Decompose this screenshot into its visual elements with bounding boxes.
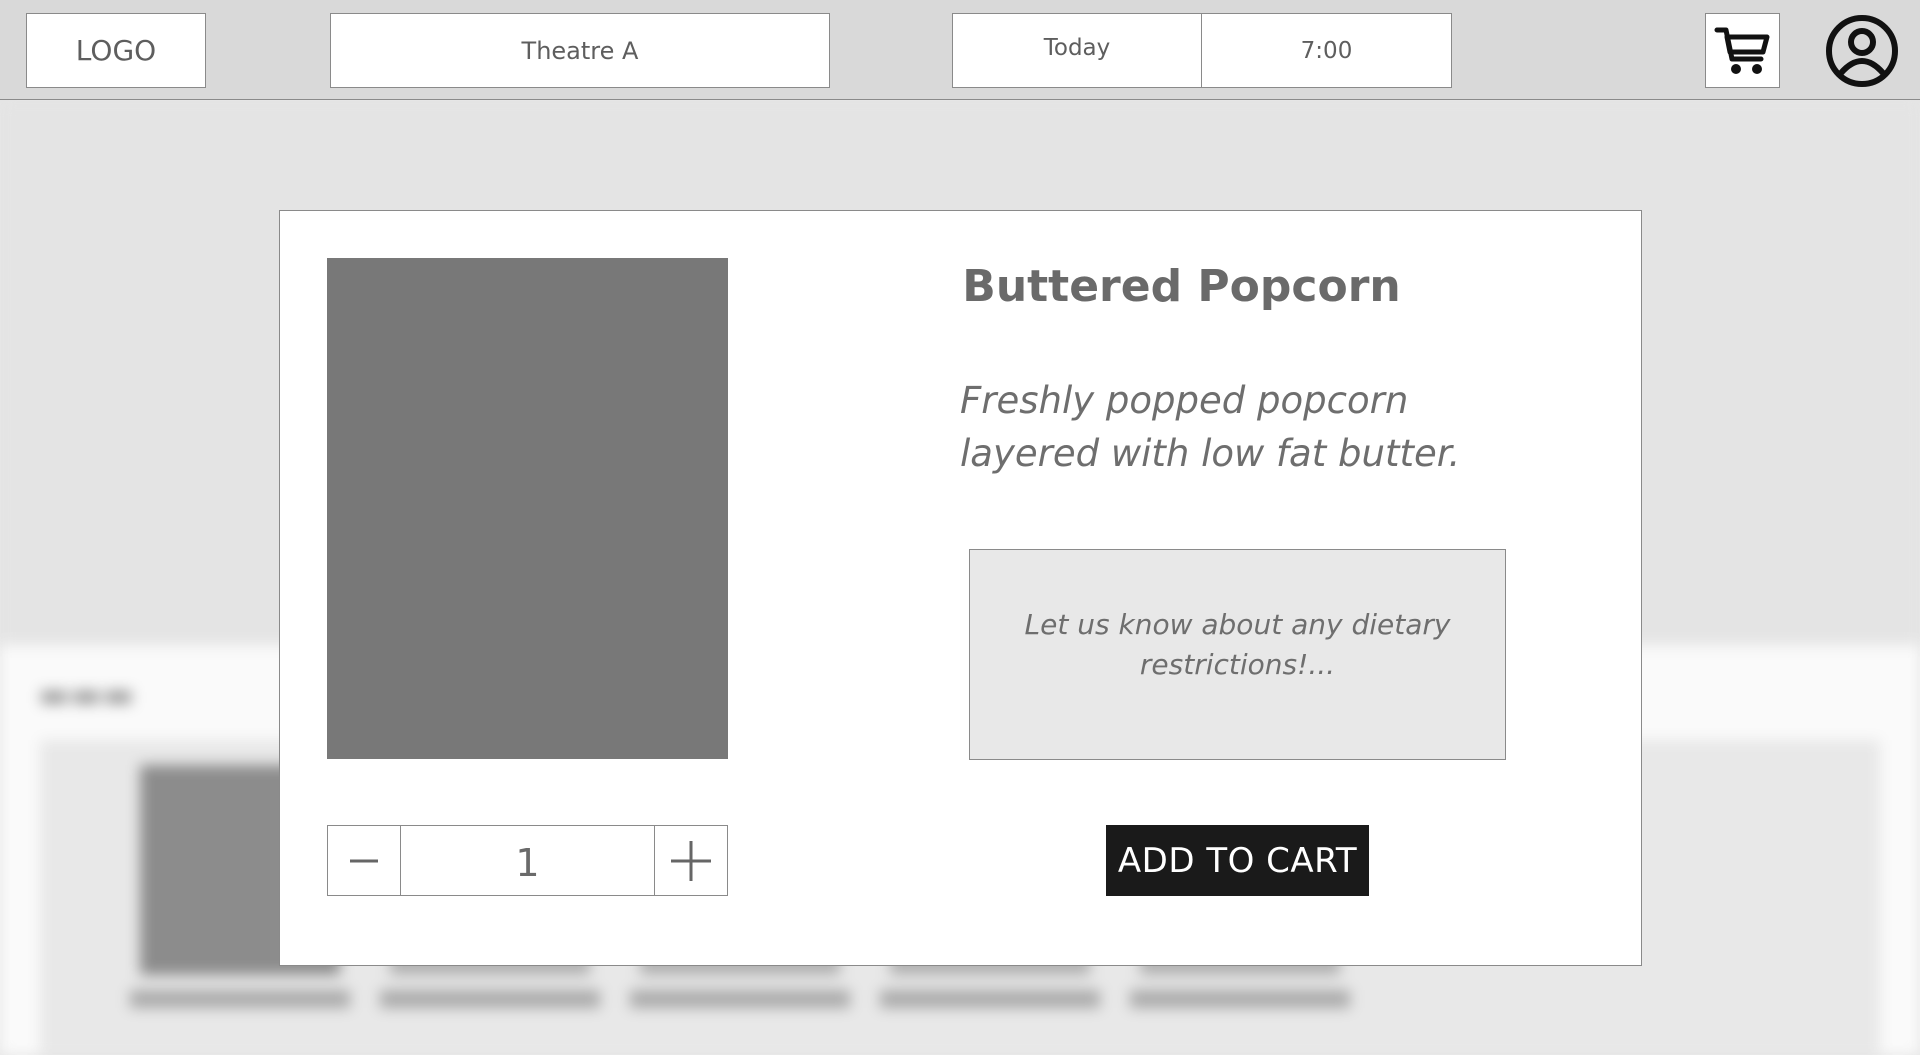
background-caption bbox=[1130, 990, 1350, 1008]
product-description-line: layered with low fat butter. bbox=[960, 432, 1461, 475]
date-selector[interactable]: Today bbox=[952, 13, 1202, 88]
product-title: Buttered Popcorn bbox=[962, 261, 1401, 312]
background-section-heading: ▬▬▬ bbox=[38, 675, 135, 715]
product-modal: Buttered Popcorn Freshly popped popcorn … bbox=[279, 210, 1642, 966]
quantity-value[interactable]: 1 bbox=[401, 826, 654, 895]
time-selector[interactable]: 7:00 bbox=[1201, 13, 1452, 88]
background-caption bbox=[880, 990, 1100, 1008]
plus-icon bbox=[671, 840, 711, 881]
dietary-restrictions-input[interactable]: Let us know about any dietary restrictio… bbox=[969, 549, 1506, 760]
product-description: Freshly popped popcorn layered with low … bbox=[960, 374, 1520, 480]
increase-quantity-button[interactable] bbox=[654, 826, 727, 895]
top-nav-bar: LOGO Theatre A Today 7:00 bbox=[0, 0, 1920, 100]
shopping-cart-icon bbox=[1714, 27, 1769, 74]
theatre-selector[interactable]: Theatre A bbox=[330, 13, 830, 88]
cart-button[interactable] bbox=[1705, 13, 1780, 88]
background-caption bbox=[130, 990, 350, 1008]
quantity-stepper: 1 bbox=[327, 825, 728, 896]
profile-button[interactable] bbox=[1824, 13, 1900, 89]
logo[interactable]: LOGO bbox=[26, 13, 206, 88]
background-caption bbox=[630, 990, 850, 1008]
minus-icon bbox=[350, 859, 378, 862]
product-description-line: Freshly popped popcorn bbox=[960, 379, 1409, 422]
background-caption bbox=[380, 990, 600, 1008]
user-profile-icon bbox=[1826, 15, 1898, 87]
decrease-quantity-button[interactable] bbox=[328, 826, 401, 895]
product-image-placeholder bbox=[327, 258, 728, 759]
add-to-cart-button[interactable]: ADD TO CART bbox=[1106, 825, 1369, 896]
